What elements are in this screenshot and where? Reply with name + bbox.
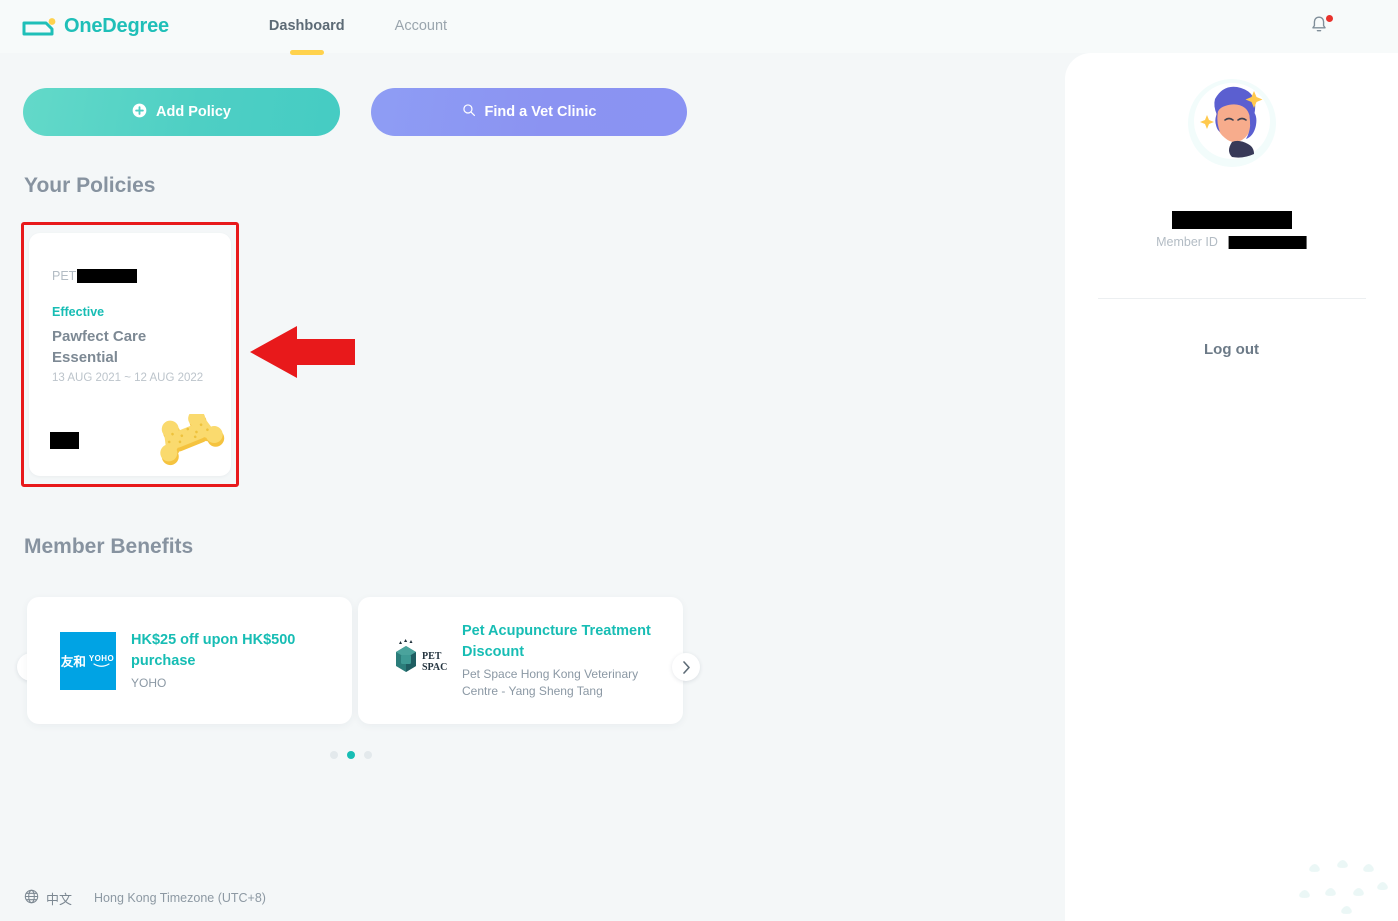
profile-divider (1098, 298, 1366, 299)
benefit-title: HK$25 off upon HK$500 purchase (131, 631, 296, 669)
benefit-merchant: YOHO (131, 675, 167, 690)
carousel-dot[interactable] (364, 751, 372, 759)
member-benefits-heading: Member Benefits (24, 535, 194, 558)
benefits-carousel: 友和 YOHO HK$25 off upon HK$500 purchase Y… (0, 593, 1065, 768)
benefit-card[interactable]: 友和 YOHO HK$25 off upon HK$500 purchase Y… (27, 597, 352, 724)
notification-badge-dot (1326, 15, 1333, 22)
globe-icon (24, 889, 39, 907)
timezone-label: Hong Kong Timezone (UTC+8) (94, 891, 266, 905)
brand-logo[interactable]: OneDegree (22, 15, 169, 38)
top-navigation-bar: OneDegree Dashboard Account (0, 0, 1398, 55)
brand-logo-text: OneDegree (64, 15, 169, 37)
tab-dashboard[interactable]: Dashboard (268, 17, 345, 55)
tab-account[interactable]: Account (395, 18, 447, 36)
chevron-right-icon (682, 660, 690, 674)
member-id-redaction (1228, 235, 1307, 249)
add-policy-button[interactable]: Add Policy (23, 88, 340, 136)
notification-bell-button[interactable] (1308, 14, 1334, 40)
policy-card-highlight-box (21, 222, 239, 487)
carousel-dots (330, 751, 372, 759)
benefit-text: HK$25 off upon HK$500 purchase YOHO (131, 630, 335, 692)
red-left-arrow-icon (249, 325, 355, 379)
language-switcher[interactable]: 中文 (24, 889, 72, 908)
footer-top-row: 中文 Hong Kong Timezone (UTC+8) (0, 873, 1065, 921)
plus-circle-icon (132, 103, 147, 122)
user-avatar-illustration (1180, 71, 1284, 175)
benefit-text: Pet Acupuncture Treatment Discount Pet S… (462, 621, 666, 700)
member-id-label: Member ID (1156, 235, 1218, 249)
benefit-title: Pet Acupuncture Treatment Discount (462, 623, 651, 660)
paw-dots-decoration (1296, 857, 1392, 915)
pet-space-logo-icon: PET SPACE (390, 632, 447, 690)
search-icon (462, 103, 476, 121)
yoho-logo-cn: 友和 (60, 654, 86, 669)
nav-links: Dashboard Account (268, 17, 447, 55)
language-label: 中文 (46, 891, 73, 907)
member-id-row: Member ID (1156, 235, 1307, 249)
yoho-logo-en: YOHO (88, 653, 115, 663)
main-content: Add Policy Find a Vet Clinic Your Polici… (0, 53, 1065, 907)
primary-actions-row: Add Policy Find a Vet Clinic (0, 53, 1065, 136)
pet-space-logo-line2: SPACE (422, 662, 447, 673)
page-footer: 中文 Hong Kong Timezone (UTC+8) OneDegree (0, 873, 1065, 921)
tab-dashboard-label: Dashboard (268, 17, 345, 34)
find-vet-clinic-label: Find a Vet Clinic (484, 104, 597, 120)
carousel-dot-active[interactable] (347, 751, 355, 759)
carousel-next-button[interactable] (672, 653, 700, 681)
yoho-logo-icon: 友和 YOHO (59, 631, 116, 690)
dashboard-page: OneDegree Dashboard Account Add Policy F… (0, 0, 1398, 921)
your-policies-heading: Your Policies (24, 174, 156, 197)
find-vet-clinic-button[interactable]: Find a Vet Clinic (371, 88, 687, 136)
benefit-merchant: Pet Space Hong Kong Veterinary Centre - … (462, 667, 639, 698)
pet-space-logo-line1: PET (422, 651, 442, 662)
profile-sidebar: Member ID Log out (1065, 53, 1398, 921)
carousel-dot[interactable] (330, 751, 338, 759)
add-policy-label: Add Policy (156, 104, 231, 120)
policy-card-area: PET Effective Pawfect Care Essential 13 … (21, 222, 239, 487)
onedegree-logo-icon (22, 17, 58, 37)
logout-button[interactable]: Log out (1204, 341, 1259, 358)
benefit-card[interactable]: PET SPACE Pet Acupuncture Treatment Disc… (358, 597, 683, 724)
tab-account-label: Account (394, 17, 448, 34)
user-name-redaction (1171, 211, 1292, 229)
